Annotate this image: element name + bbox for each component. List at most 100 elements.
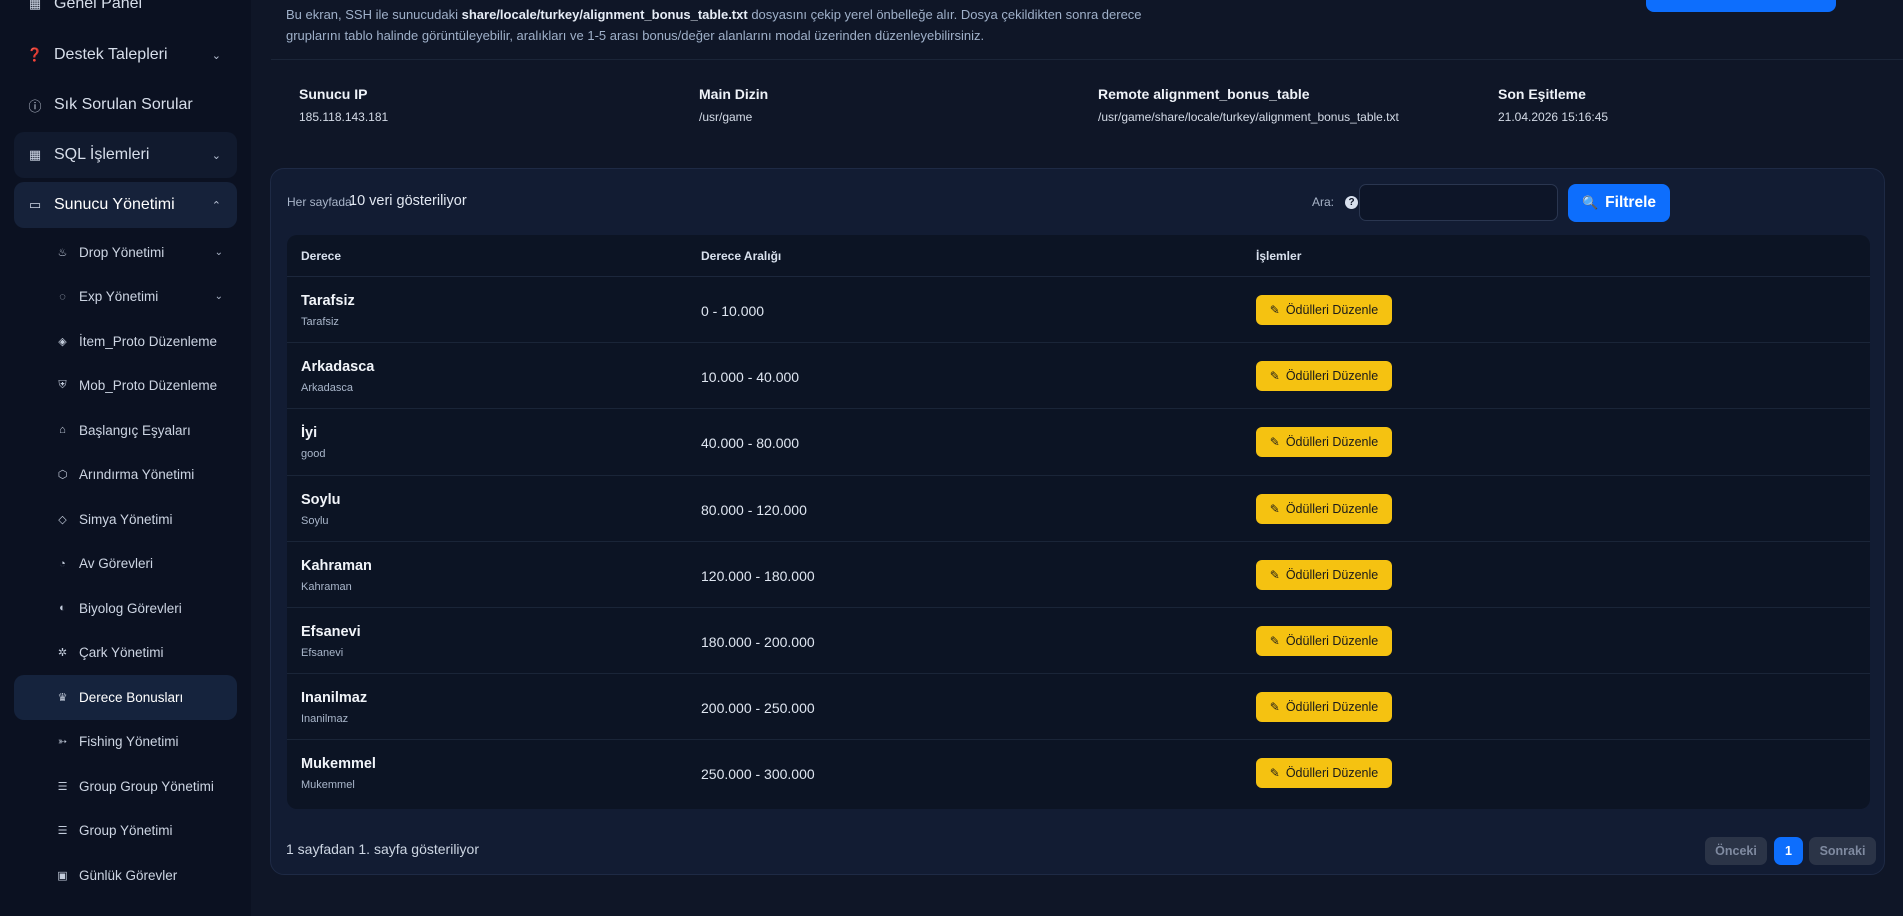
info-main-dir: Main Dizin /usr/game <box>699 86 768 124</box>
info-value: /usr/game/share/locale/turkey/alignment_… <box>1098 110 1399 124</box>
table-row: Mukemmel Mukemmel 250.000 - 300.000 ✎ Ödü… <box>287 740 1870 806</box>
flame-icon: ♨ <box>57 246 68 259</box>
edit-rewards-button[interactable]: ✎ Ödülleri Düzenle <box>1256 427 1392 458</box>
sidebar-item-destek-talepleri[interactable]: ❓ Destek Talepleri ⌄ <box>14 32 237 78</box>
rank-key: Mukemmel <box>301 779 355 792</box>
monitor-icon: ▭ <box>28 197 42 212</box>
edit-rewards-button[interactable]: ✎ Ödülleri Düzenle <box>1256 361 1392 392</box>
column-header-derece-araligi[interactable]: Derece Aralığı <box>701 249 781 263</box>
sidebar-item-gunluk-gorevler[interactable]: ▣ Günlük Görevler <box>14 853 237 898</box>
help-icon[interactable]: ? <box>1345 196 1358 209</box>
sidebar-item-label: Arındırma Yönetimi <box>79 467 195 483</box>
sync-button[interactable] <box>1646 0 1836 12</box>
chevron-down-icon: ⌄ <box>211 149 221 162</box>
rank-key: Arkadasca <box>301 382 353 395</box>
ranks-table: Derece Derece Aralığı İşlemler Tarafsiz … <box>287 235 1870 809</box>
pencil-icon: ✎ <box>1269 501 1280 516</box>
pagination-prev-button[interactable]: Önceki <box>1705 837 1767 865</box>
question-circle-icon: ⓘ <box>28 98 42 114</box>
sidebar-item-sss[interactable]: ⓘ Sık Sorulan Sorular <box>14 82 237 128</box>
rank-range: 250.000 - 300.000 <box>701 766 815 783</box>
pencil-icon: ✎ <box>1269 303 1280 317</box>
info-label: Sunucu IP <box>299 86 368 102</box>
rank-name: Kahraman <box>301 557 372 574</box>
edit-rewards-button[interactable]: ✎ Ödülleri Düzenle <box>1256 758 1392 789</box>
edit-rewards-button[interactable]: ✎ Ödülleri Düzenle <box>1256 692 1392 723</box>
sidebar-item-genel-panel[interactable]: ▦ Genel Panel <box>14 0 237 27</box>
sidebar-item-cark[interactable]: ✲ Çark Yönetimi <box>14 631 237 676</box>
sidebar-item-label: Sunucu Yönetimi <box>54 196 175 213</box>
rank-name: Efsanevi <box>301 623 361 640</box>
sidebar-item-group[interactable]: ☰ Group Yönetimi <box>14 809 237 854</box>
rank-key: good <box>301 448 326 461</box>
rank-name: Mukemmel <box>301 756 376 773</box>
info-value: 185.118.143.181 <box>299 110 389 124</box>
rank-name: Soylu <box>301 491 341 508</box>
sidebar-item-drop-yonetimi[interactable]: ♨ Drop Yönetimi ⌄ <box>14 230 237 275</box>
info-value: /usr/game <box>699 110 753 124</box>
rank-range: 120.000 - 180.000 <box>701 567 815 584</box>
rank-key: Efsanevi <box>301 646 344 659</box>
sidebar-item-fishing[interactable]: ➳ Fishing Yönetimi <box>14 720 237 765</box>
sidebar-item-label: Çark Yönetimi <box>79 645 164 661</box>
sidebar-item-mob-proto[interactable]: ⛨ Mob_Proto Düzenleme <box>14 364 237 409</box>
table-row: Efsanevi Efsanevi 180.000 - 200.000 ✎ Ödü… <box>287 608 1870 675</box>
table-row: Kahraman Kahraman 120.000 - 180.000 ✎ Ödü… <box>287 542 1870 608</box>
sidebar-item-group-group[interactable]: ☰ Group Group Yönetimi <box>14 764 237 809</box>
sidebar-item-exp-yonetimi[interactable]: ◌ Exp Yönetimi ⌄ <box>14 275 237 320</box>
pagination-page-button[interactable]: 1 <box>1774 837 1803 865</box>
rank-name: Tarafsiz <box>301 293 355 309</box>
layers-icon: ◈ <box>58 335 67 348</box>
chevron-down-icon: ⌄ <box>211 49 221 62</box>
target-icon: ◔ <box>59 557 66 570</box>
pagination-next-button[interactable]: Sonraki <box>1809 837 1876 865</box>
rank-range: 80.000 - 120.000 <box>701 501 807 518</box>
page-description: Bu ekran, SSH ile sunucudaki share/local… <box>286 4 1166 46</box>
search-label: Ara: <box>1312 195 1335 209</box>
sidebar-item-biyolog[interactable]: ◐ Biyolog Görevleri <box>14 586 237 631</box>
sidebar-item-sql-islemleri[interactable]: ▦ SQL İşlemleri ⌄ <box>14 132 237 178</box>
per-page-select[interactable]: 10 veri gösteriliyor <box>349 193 467 209</box>
search-input[interactable] <box>1359 184 1558 221</box>
sidebar-item-derece-bonuslari[interactable]: ♛ Derece Bonusları <box>14 675 237 720</box>
sidebar-item-label: Mob_Proto Düzenleme <box>79 378 218 394</box>
chevron-down-icon: ⌄ <box>214 291 223 303</box>
sidebar-item-label: Biyolog Görevleri <box>79 600 182 616</box>
sidebar-item-arindirma[interactable]: ⬡ Arındırma Yönetimi <box>14 453 237 498</box>
info-label: Main Dizin <box>699 86 769 102</box>
rank-name: İyi <box>301 425 318 442</box>
pagination-summary: 1 sayfadan 1. sayfa gösteriliyor <box>286 841 479 857</box>
sidebar-item-item-proto[interactable]: ◈ İtem_Proto Düzenleme <box>14 319 237 364</box>
fish-icon: ➳ <box>57 736 68 749</box>
filter-button[interactable]: 🔍 Filtrele <box>1568 184 1670 222</box>
sidebar-item-av-gorevleri[interactable]: ◔ Av Görevleri <box>14 542 237 587</box>
sidebar-item-label: SQL İşlemleri <box>54 146 150 163</box>
sidebar-item-label: Exp Yönetimi <box>79 289 159 305</box>
rank-key: Kahraman <box>301 580 352 593</box>
sidebar-item-label: Başlangıç Eşyaları <box>79 422 191 438</box>
info-last-sync: Son Eşitleme 21.04.2026 15:16:45 <box>1498 86 1608 124</box>
table-row: İyi good 40.000 - 80.000 ✎ Ödülleri Düzen… <box>287 409 1870 476</box>
sidebar-item-label: Simya Yönetimi <box>79 511 173 527</box>
edit-rewards-button[interactable]: ✎ Ödülleri Düzenle <box>1256 295 1392 325</box>
sidebar-item-sunucu-yonetimi[interactable]: ▭ Sunucu Yönetimi ⌃ <box>14 182 237 228</box>
grid-icon: ▦ <box>28 0 42 11</box>
sidebar-item-baslangic-esyalari[interactable]: ⌂ Başlangıç Eşyaları <box>14 408 237 453</box>
rank-range: 200.000 - 250.000 <box>701 700 815 717</box>
info-label: Son Eşitleme <box>1498 86 1586 102</box>
sidebar: ▦ Genel Panel ❓ Destek Talepleri ⌄ ⓘ Sık… <box>0 0 251 916</box>
edit-rewards-label: Ödülleri Düzenle <box>1285 369 1379 384</box>
list-icon: ☰ <box>57 825 68 838</box>
grid-icon: ▦ <box>28 147 42 162</box>
sidebar-item-label: Derece Bonusları <box>79 689 184 705</box>
sidebar-item-simya[interactable]: ◇ Simya Yönetimi <box>14 497 237 542</box>
column-header-derece[interactable]: Derece <box>301 249 341 263</box>
edit-rewards-button[interactable]: ✎ Ödülleri Düzenle <box>1256 493 1392 524</box>
description-text: Bu ekran, SSH ile sunucudaki <box>286 7 462 22</box>
info-label: Remote alignment_bonus_table <box>1098 86 1310 102</box>
gem-icon: ◇ <box>58 513 67 526</box>
leaf-icon: ◐ <box>59 602 66 615</box>
edit-rewards-button[interactable]: ✎ Ödülleri Düzenle <box>1256 625 1392 656</box>
info-server-ip: Sunucu IP 185.118.143.181 <box>299 86 388 124</box>
edit-rewards-button[interactable]: ✎ Ödülleri Düzenle <box>1256 559 1392 590</box>
